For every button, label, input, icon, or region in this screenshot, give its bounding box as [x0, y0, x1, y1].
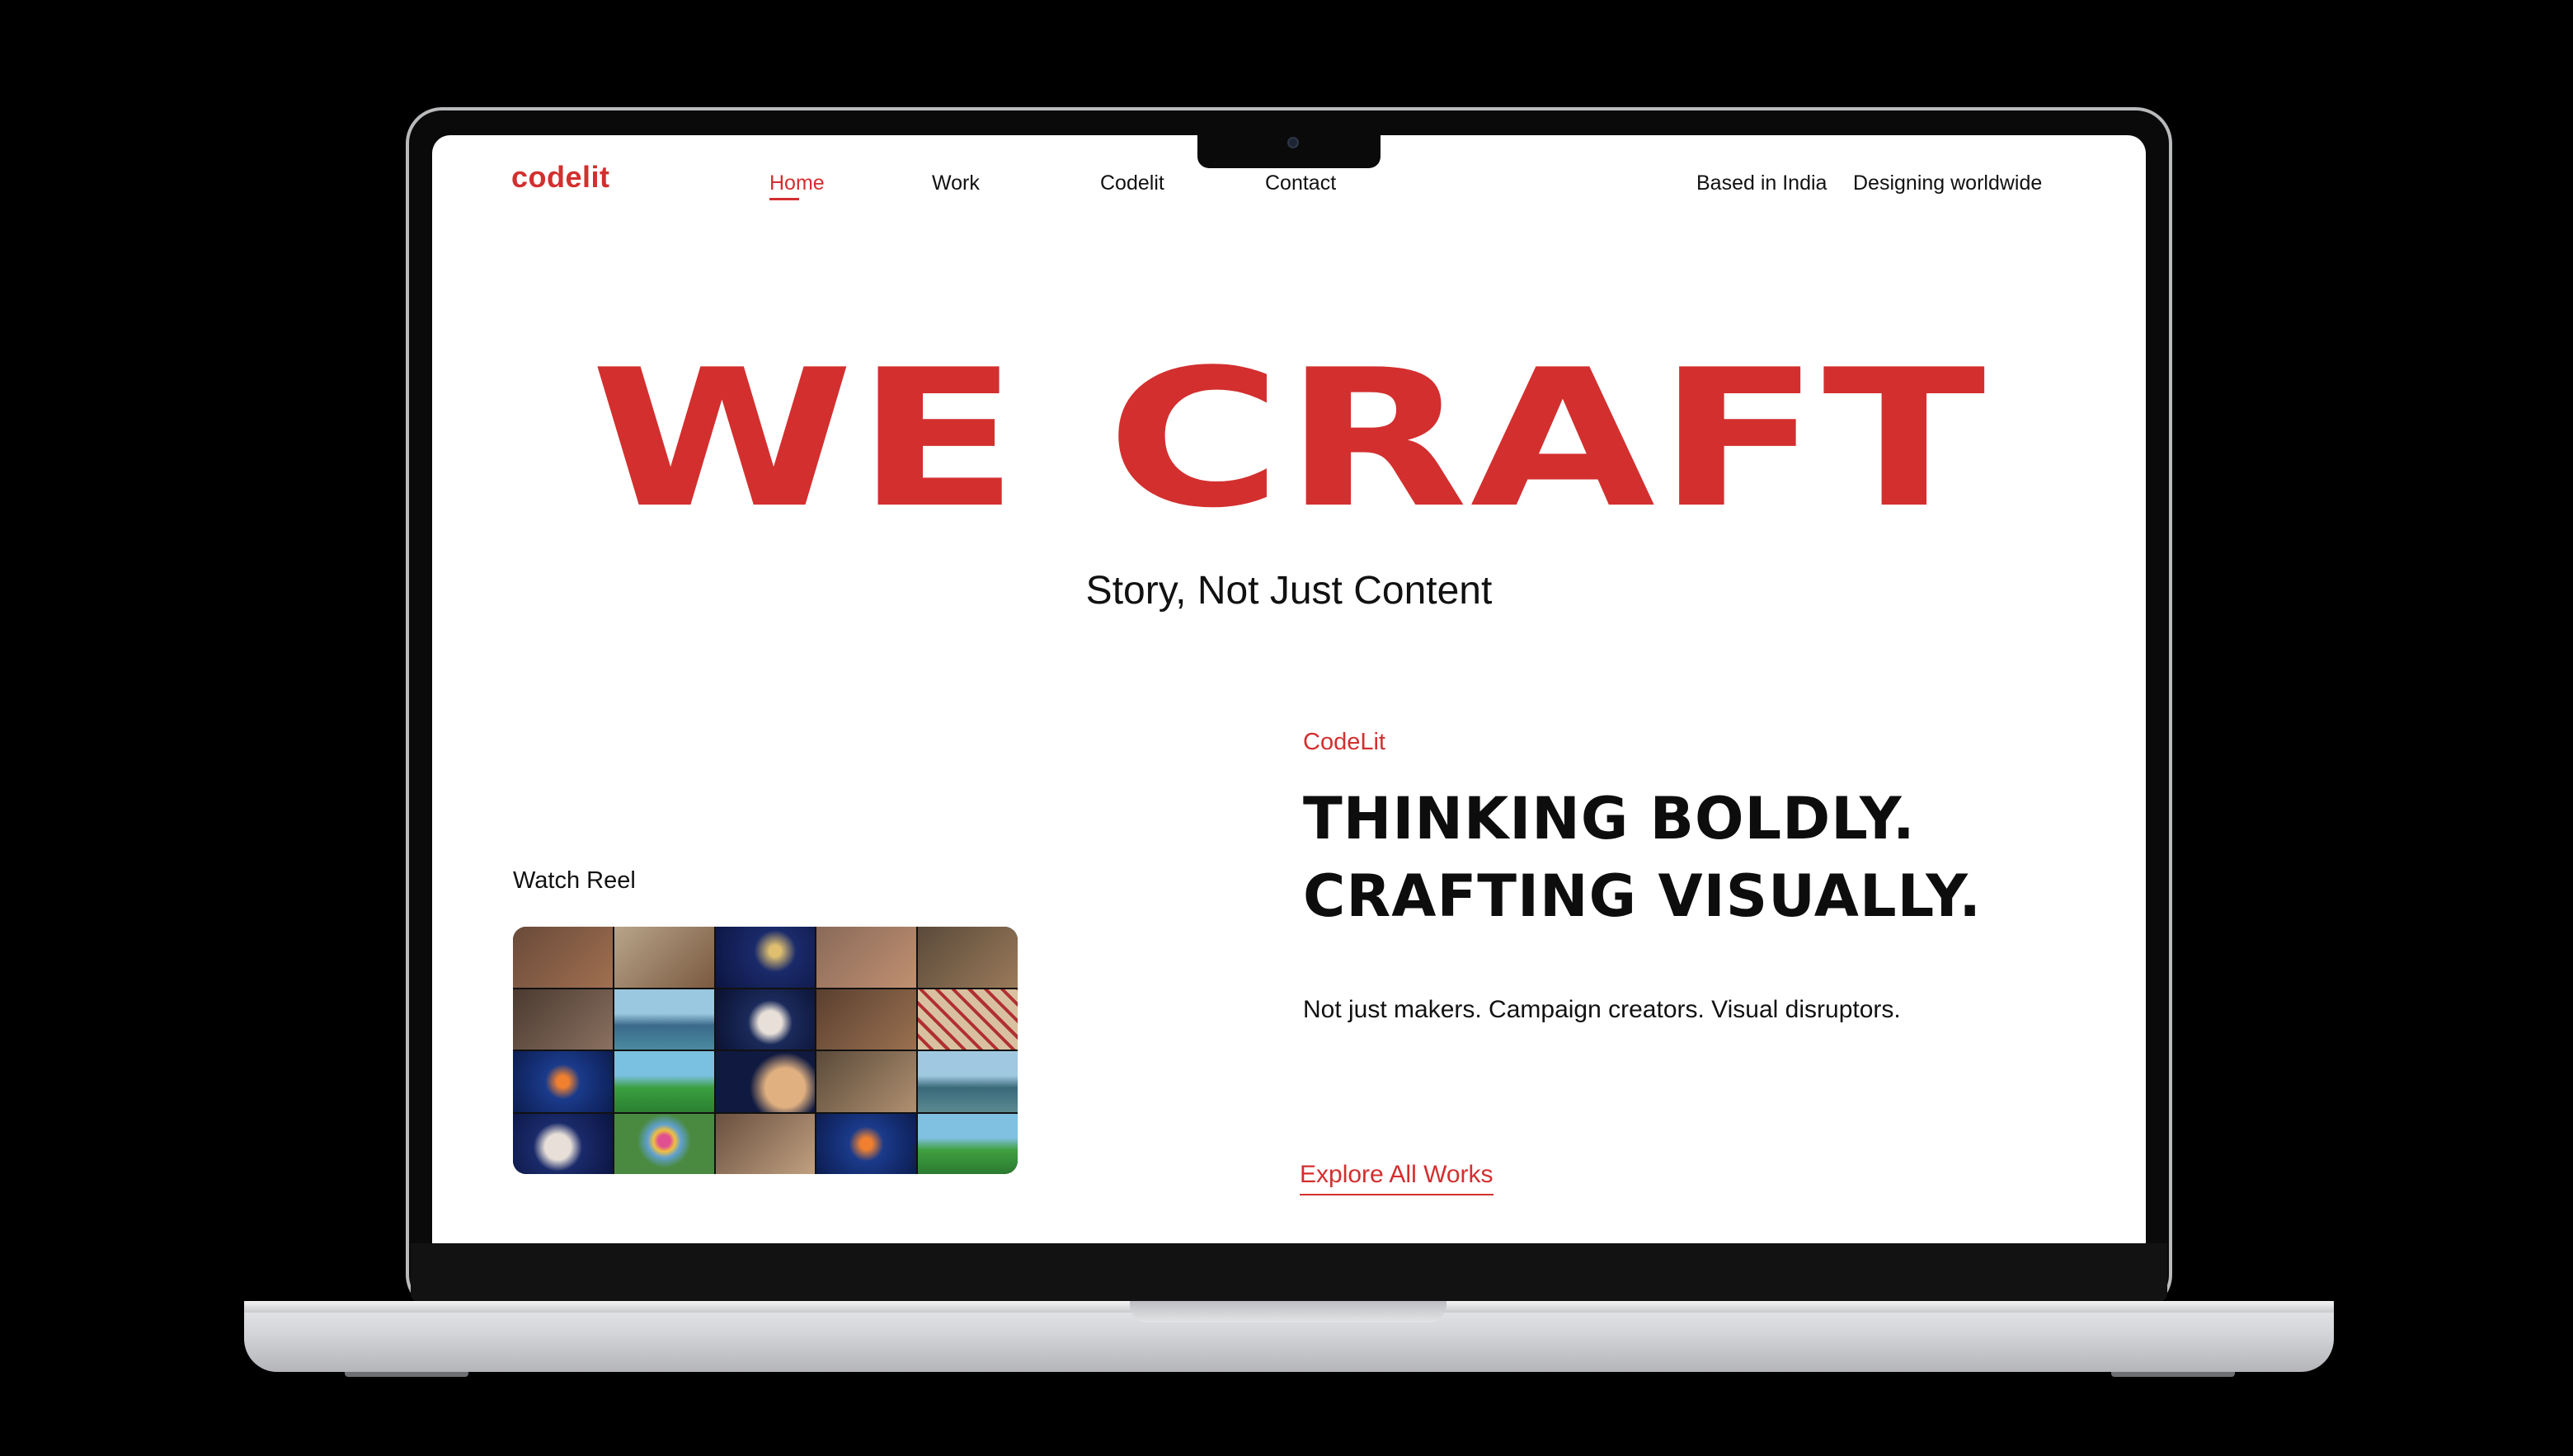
reel-frame	[715, 1113, 816, 1174]
nav-contact[interactable]: Contact	[1265, 171, 1336, 195]
reel-frame	[816, 927, 917, 988]
worldwide-tagline: Designing worldwide	[1853, 171, 2043, 195]
hero-subtitle: Story, Not Just Content	[1085, 569, 1493, 613]
nav-work[interactable]: Work	[932, 171, 980, 195]
nav-home[interactable]: Home	[769, 171, 825, 195]
reel-frame	[816, 1113, 917, 1174]
reel-frame	[918, 1051, 1018, 1112]
reel-frame	[513, 989, 613, 1050]
codelit-logo[interactable]: codelit	[511, 160, 610, 195]
reel-frame	[816, 989, 917, 1050]
headline-line-1: THINKING BOLDLY.	[1303, 785, 1916, 852]
laptop-bottom-bezel	[411, 1243, 2167, 1301]
laptop-foot-left	[345, 1372, 468, 1377]
section-headline: THINKING BOLDLY. CRAFTING VISUALLY.	[1303, 780, 1982, 935]
reel-frame	[513, 1051, 613, 1112]
laptop-foot-right	[2111, 1372, 2235, 1377]
location-tagline: Based in India	[1696, 171, 1827, 195]
website-screen: codelit Home Work Codelit Contact Based …	[432, 135, 2146, 1243]
reel-frame	[918, 1113, 1018, 1174]
reel-frame	[715, 927, 816, 988]
watch-reel-label: Watch Reel	[513, 867, 636, 894]
reel-frame	[715, 989, 816, 1050]
reel-frame	[715, 1051, 816, 1112]
reel-frame	[614, 1113, 714, 1174]
hero-title: WE CRAFT	[590, 330, 1988, 550]
webcam-icon	[1287, 137, 1299, 148]
explore-all-works-link[interactable]: Explore All Works	[1300, 1161, 1493, 1195]
headline-line-2: CRAFTING VISUALLY.	[1303, 862, 1982, 930]
reel-frame	[513, 1113, 613, 1174]
reel-frame	[614, 927, 714, 988]
reel-thumbnail[interactable]	[513, 927, 1018, 1174]
reel-frame	[513, 927, 613, 988]
section-eyebrow: CodeLit	[1303, 729, 1385, 755]
nav-active-indicator	[769, 198, 799, 200]
reel-frame	[918, 927, 1018, 988]
reel-frame	[816, 1051, 917, 1112]
reel-frame	[614, 1051, 714, 1112]
reel-frame	[614, 989, 714, 1050]
section-body: Not just makers. Campaign creators. Visu…	[1303, 996, 1901, 1023]
laptop-opening-notch	[1130, 1301, 1446, 1322]
nav-codelit[interactable]: Codelit	[1100, 171, 1164, 195]
reel-frame	[918, 989, 1018, 1050]
